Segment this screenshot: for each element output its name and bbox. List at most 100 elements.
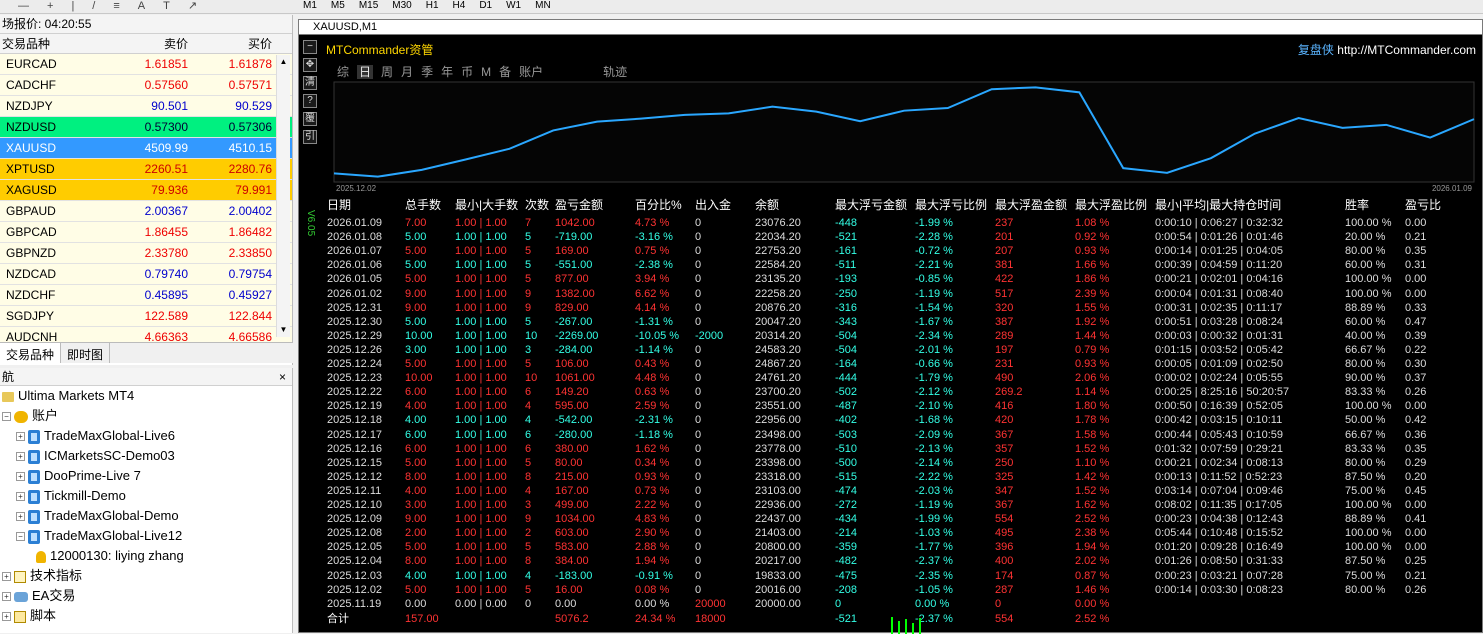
symbol-row[interactable]: GBPAUD 2.00367 2.00402	[0, 201, 292, 222]
nav-scripts[interactable]: + 脚本	[2, 606, 56, 626]
timeframe-h1[interactable]: H1	[419, 0, 446, 12]
expand-icon[interactable]: +	[16, 512, 25, 522]
nav-account[interactable]: + TradeMaxGlobal-Demo	[16, 506, 179, 526]
col-header[interactable]: 总手数	[405, 196, 441, 213]
side-button[interactable]: 清	[303, 76, 317, 90]
period-tab[interactable]: M	[481, 65, 491, 79]
timeframe-h4[interactable]: H4	[446, 0, 473, 12]
market-watch-scrollbar[interactable]: ▲ ▼	[276, 55, 290, 337]
timeframe-d1[interactable]: D1	[472, 0, 499, 12]
nav-account[interactable]: + Tickmill-Demo	[16, 486, 126, 506]
period-tab[interactable]: 季	[421, 65, 433, 79]
col-header[interactable]: 胜率	[1345, 196, 1369, 213]
timeframe-m30[interactable]: M30	[385, 0, 418, 12]
symbol-row[interactable]: NZDCAD 0.79740 0.79754	[0, 264, 292, 285]
symbol-row[interactable]: EURCAD 1.61851 1.61878	[0, 54, 292, 75]
cursor-icon[interactable]: —	[18, 0, 29, 12]
period-tab[interactable]: 日	[357, 65, 374, 79]
symbol-row[interactable]: GBPNZD 2.33780 2.33850	[0, 243, 292, 264]
nav-broker[interactable]: Ultima Markets MT4	[2, 386, 134, 406]
vline-icon[interactable]: |	[71, 0, 74, 12]
col-bid[interactable]: 卖价	[107, 34, 191, 53]
collapse-icon[interactable]: −	[16, 532, 25, 542]
col-header[interactable]: 百分比%	[635, 196, 682, 213]
col-header[interactable]: 最小|大手数	[455, 196, 518, 213]
trendline-icon[interactable]: /	[92, 0, 95, 12]
period-tab[interactable]: 月	[401, 65, 413, 79]
col-header[interactable]: 盈亏金额	[555, 196, 603, 213]
label-icon[interactable]: T	[163, 0, 170, 12]
expand-icon[interactable]: +	[16, 492, 25, 502]
col-header[interactable]: 次数	[525, 196, 549, 213]
col-header[interactable]: 日期	[327, 196, 351, 213]
col-header[interactable]: 最大浮亏比例	[915, 196, 987, 213]
close-icon[interactable]: ×	[279, 368, 286, 386]
brand-url[interactable]: http://MTCommander.com	[1337, 43, 1476, 57]
chart-window[interactable]: XAUUSD,M1 − ✥ 清? 覆引 V6.05 MTCommander资管 复盘侠…	[298, 19, 1483, 634]
nav-login[interactable]: 12000130: liying zhang	[36, 546, 184, 566]
timeframe-m5[interactable]: M5	[324, 0, 352, 12]
collapse-icon[interactable]: −	[2, 412, 11, 422]
col-symbol[interactable]: 交易品种	[0, 34, 107, 53]
nav-account[interactable]: + DooPrime-Live 7	[16, 466, 141, 486]
expand-icon[interactable]: +	[2, 572, 11, 582]
brand-link[interactable]: 复盘侠 http://MTCommander.com	[1298, 41, 1476, 58]
symbol-row[interactable]: NZDJPY 90.501 90.529	[0, 96, 292, 117]
period-tab[interactable]: 账户	[519, 65, 543, 79]
text-icon[interactable]: A	[138, 0, 145, 12]
trajectory-tab[interactable]: 轨迹	[603, 65, 627, 79]
fib-icon[interactable]: ≡	[113, 0, 119, 12]
tab-symbols[interactable]: 交易品种	[0, 343, 62, 363]
side-button[interactable]: 引	[303, 130, 317, 144]
nav-account[interactable]: − TradeMaxGlobal-Live12	[16, 526, 182, 546]
tab-ticks[interactable]: 即时图	[61, 343, 111, 363]
expand-icon[interactable]: +	[16, 452, 25, 462]
period-tab[interactable]: 综	[337, 65, 349, 79]
side-button[interactable]: ✥	[303, 58, 317, 72]
nav-indicators[interactable]: + 技术指标	[2, 566, 82, 586]
col-header[interactable]: 出入金	[695, 196, 731, 213]
table-cell: -250	[835, 287, 858, 300]
scroll-down-icon[interactable]: ▼	[277, 323, 290, 337]
expand-icon[interactable]: +	[16, 472, 25, 482]
symbol-row[interactable]: NZDCHF 0.45895 0.45927	[0, 285, 292, 306]
nav-account[interactable]: + TradeMaxGlobal-Live6	[16, 426, 175, 446]
table-cell: 1.00 | 1.00	[455, 372, 507, 385]
symbol-row[interactable]: NZDUSD 0.57300 0.57306	[0, 117, 292, 138]
side-button[interactable]: ?	[303, 94, 317, 108]
side-button[interactable]: −	[303, 40, 317, 54]
period-tab[interactable]: 备	[499, 65, 511, 79]
timeframe-m15[interactable]: M15	[352, 0, 385, 12]
crosshair-icon[interactable]: +	[47, 0, 53, 12]
col-header[interactable]: 最大浮亏金额	[835, 196, 907, 213]
col-header[interactable]: 余额	[755, 196, 779, 213]
timeframe-m1[interactable]: M1	[296, 0, 324, 12]
period-tab[interactable]: 年	[441, 65, 453, 79]
table-cell: 0.26	[1405, 386, 1427, 399]
period-tab[interactable]: 周	[381, 65, 393, 79]
expand-icon[interactable]: +	[2, 612, 11, 622]
period-tab[interactable]: 币	[461, 65, 473, 79]
nav-account[interactable]: + ICMarketsSC-Demo03	[16, 446, 175, 466]
scroll-up-icon[interactable]: ▲	[277, 55, 290, 69]
symbol-row[interactable]: XPTUSD 2260.51 2280.76	[0, 159, 292, 180]
col-ask[interactable]: 买价	[191, 34, 275, 53]
symbol-row[interactable]: XAGUSD 79.936 79.991	[0, 180, 292, 201]
nav-accounts[interactable]: − 账户	[2, 406, 58, 426]
timeframe-w1[interactable]: W1	[499, 0, 528, 12]
col-header[interactable]: 最大浮盈金额	[995, 196, 1067, 213]
col-header[interactable]: 最大浮盈比例	[1075, 196, 1147, 213]
side-button[interactable]: 覆	[303, 112, 317, 126]
arrow-icon[interactable]: ↗	[188, 0, 197, 12]
nav-ea[interactable]: + EA交易	[2, 586, 75, 606]
symbol-row[interactable]: SGDJPY 122.589 122.844	[0, 306, 292, 327]
symbol-row[interactable]: CADCHF 0.57560 0.57571	[0, 75, 292, 96]
expand-icon[interactable]: +	[2, 592, 11, 602]
table-cell: 357	[995, 442, 1014, 455]
symbol-row[interactable]: XAUUSD 4509.99 4510.15	[0, 138, 292, 159]
expand-icon[interactable]: +	[16, 432, 25, 442]
col-header[interactable]: 盈亏比	[1405, 196, 1441, 213]
col-header[interactable]: 最小|平均|最大持仓时间	[1155, 196, 1281, 213]
timeframe-mn[interactable]: MN	[528, 0, 558, 12]
symbol-row[interactable]: GBPCAD 1.86455 1.86482	[0, 222, 292, 243]
